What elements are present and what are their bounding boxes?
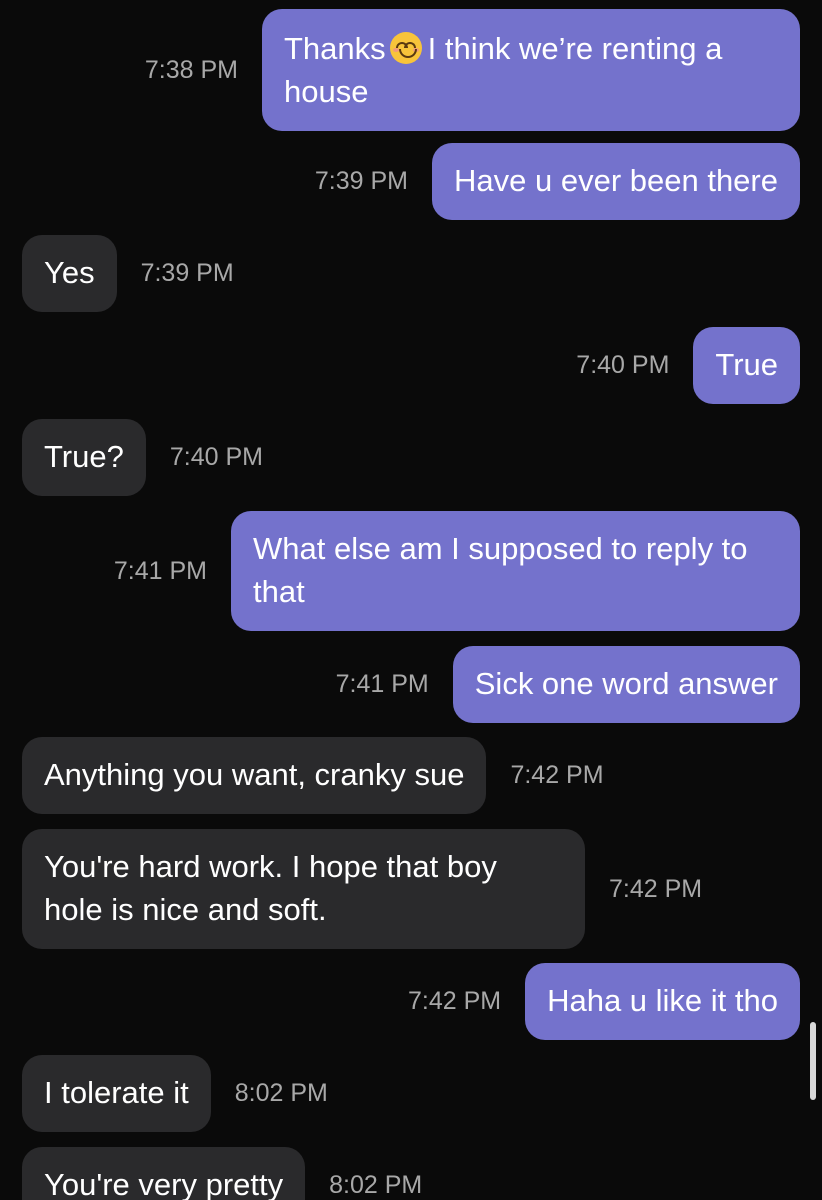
scrollbar-thumb[interactable] (810, 1022, 816, 1100)
outgoing-bubble[interactable]: What else am I supposed to reply to that (231, 511, 800, 631)
incoming-bubble[interactable]: True? (22, 419, 146, 496)
message-timestamp: 8:02 PM (329, 1171, 423, 1199)
incoming-bubble[interactable]: I tolerate it (22, 1055, 211, 1132)
message-text: Haha u like it tho (547, 983, 778, 1018)
incoming-bubble[interactable]: Yes (22, 235, 117, 312)
message-row: What else am I supposed to reply to that… (114, 511, 800, 631)
message-row: I tolerate it 8:02 PM (22, 1055, 328, 1132)
message-row: Sick one word answer 7:41 PM (336, 646, 800, 723)
message-row: Have u ever been there 7:39 PM (315, 143, 800, 220)
message-text: You're very pretty (44, 1167, 284, 1200)
message-text: Thanks (284, 31, 386, 66)
message-text: True (715, 347, 778, 382)
message-row: True 7:40 PM (576, 327, 800, 404)
smiling-face-emoji-icon (389, 32, 422, 64)
message-timestamp: 7:42 PM (407, 987, 502, 1015)
message-timestamp: 7:39 PM (314, 167, 408, 195)
message-row: Thanks I think we’re renting a house 7:38… (145, 9, 800, 131)
message-row: Yes 7:39 PM (22, 235, 234, 312)
message-row: True? 7:40 PM (22, 419, 263, 496)
message-text: Sick one word answer (474, 666, 778, 701)
outgoing-bubble[interactable]: Sick one word answer (452, 646, 800, 723)
message-text: True? (44, 439, 124, 474)
incoming-bubble[interactable]: You're hard work. I hope that boy hole i… (22, 829, 585, 949)
outgoing-bubble[interactable]: Haha u like it tho (525, 963, 800, 1040)
message-text: Have u ever been there (454, 163, 778, 198)
message-timestamp: 8:02 PM (234, 1079, 328, 1107)
message-row: Haha u like it tho 7:42 PM (408, 963, 800, 1040)
message-text: Yes (44, 255, 95, 290)
message-text: Anything you want, cranky sue (44, 757, 465, 792)
message-text: You're hard work. I hope that boy hole i… (44, 849, 497, 927)
outgoing-bubble[interactable]: Have u ever been there (432, 143, 800, 220)
message-timestamp: 7:40 PM (169, 443, 263, 471)
message-timestamp: 7:40 PM (576, 351, 670, 379)
message-timestamp: 7:42 PM (609, 874, 703, 903)
message-text: What else am I supposed to reply to that (253, 531, 748, 609)
incoming-bubble[interactable]: Anything you want, cranky sue (22, 737, 487, 814)
message-row: You're hard work. I hope that boy hole i… (22, 829, 702, 949)
message-timestamp: 7:41 PM (335, 670, 429, 698)
message-timestamp: 7:42 PM (510, 761, 604, 789)
message-text: I tolerate it (44, 1075, 189, 1110)
outgoing-bubble[interactable]: True (693, 327, 800, 404)
message-timestamp: 7:39 PM (140, 259, 234, 287)
message-timestamp: 7:41 PM (113, 556, 207, 585)
message-timestamp: 7:38 PM (144, 55, 238, 84)
outgoing-bubble[interactable]: Thanks I think we’re renting a house (262, 9, 800, 131)
message-row: You're very pretty 8:02 PM (22, 1147, 422, 1200)
message-row: Anything you want, cranky sue 7:42 PM (22, 737, 604, 814)
chat-thread[interactable]: Thanks I think we’re renting a house 7:38… (0, 0, 822, 1200)
incoming-bubble[interactable]: You're very pretty (22, 1147, 306, 1200)
